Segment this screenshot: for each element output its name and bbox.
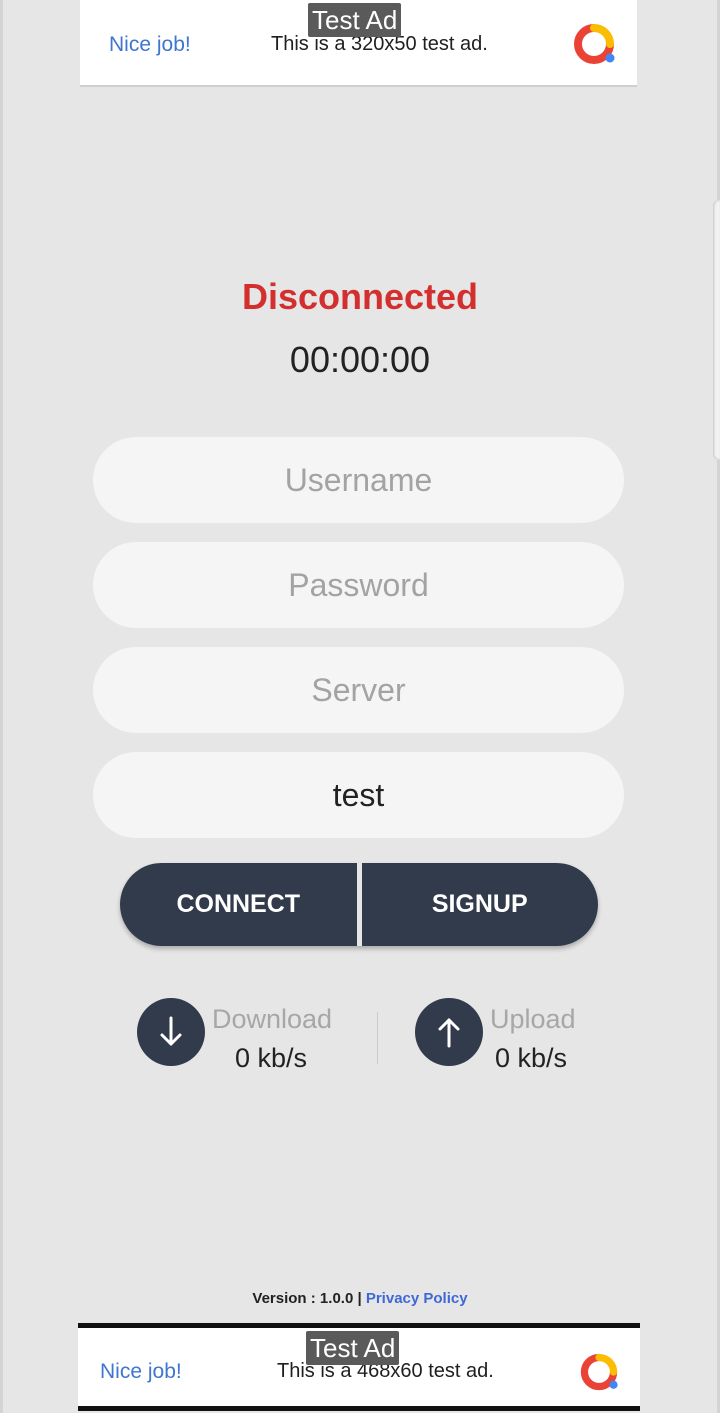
version-text: Version : 1.0.0 bbox=[252, 1290, 354, 1307]
connection-status: Disconnected bbox=[241, 276, 479, 317]
ad-nice-job-text: Nice job! bbox=[109, 33, 191, 56]
arrow-up-icon bbox=[438, 1018, 460, 1048]
action-button-group: CONNECT SIGNUP bbox=[120, 863, 598, 946]
server-input[interactable] bbox=[93, 647, 624, 733]
top-ad-banner[interactable]: Nice job! This is a 320x50 test ad. Test… bbox=[80, 0, 637, 87]
username-input[interactable] bbox=[93, 437, 624, 523]
upload-badge bbox=[415, 998, 483, 1066]
password-input[interactable] bbox=[93, 542, 624, 628]
footer: Version : 1.0.0 | Privacy Policy bbox=[0, 1290, 720, 1307]
google-ads-logo-icon bbox=[580, 1353, 618, 1391]
signup-button[interactable]: SIGNUP bbox=[361, 863, 598, 946]
ad-nice-job-text: Nice job! bbox=[100, 1360, 182, 1383]
privacy-policy-link[interactable]: Privacy Policy bbox=[366, 1290, 468, 1307]
side-handle[interactable] bbox=[713, 200, 720, 460]
extra-input[interactable] bbox=[93, 752, 624, 838]
download-speed: 0 kb/s bbox=[235, 1043, 308, 1073]
test-ad-badge: Test Ad bbox=[308, 3, 402, 37]
test-ad-badge: Test Ad bbox=[306, 1331, 400, 1365]
bottom-ad-banner[interactable]: Nice job! This is a 468x60 test ad. Test… bbox=[78, 1323, 640, 1411]
download-label: Download bbox=[212, 1004, 333, 1034]
arrow-down-icon bbox=[160, 1016, 182, 1046]
google-ads-logo-icon bbox=[574, 24, 615, 64]
connection-timer: 00:00:00 bbox=[289, 339, 431, 380]
download-badge bbox=[137, 998, 205, 1066]
connect-button[interactable]: CONNECT bbox=[120, 863, 357, 946]
frame-left-edge bbox=[0, 0, 3, 1413]
footer-separator: | bbox=[357, 1290, 362, 1307]
upload-label: Upload bbox=[490, 1004, 576, 1034]
upload-speed: 0 kb/s bbox=[495, 1043, 568, 1073]
stats-divider bbox=[377, 1012, 378, 1064]
